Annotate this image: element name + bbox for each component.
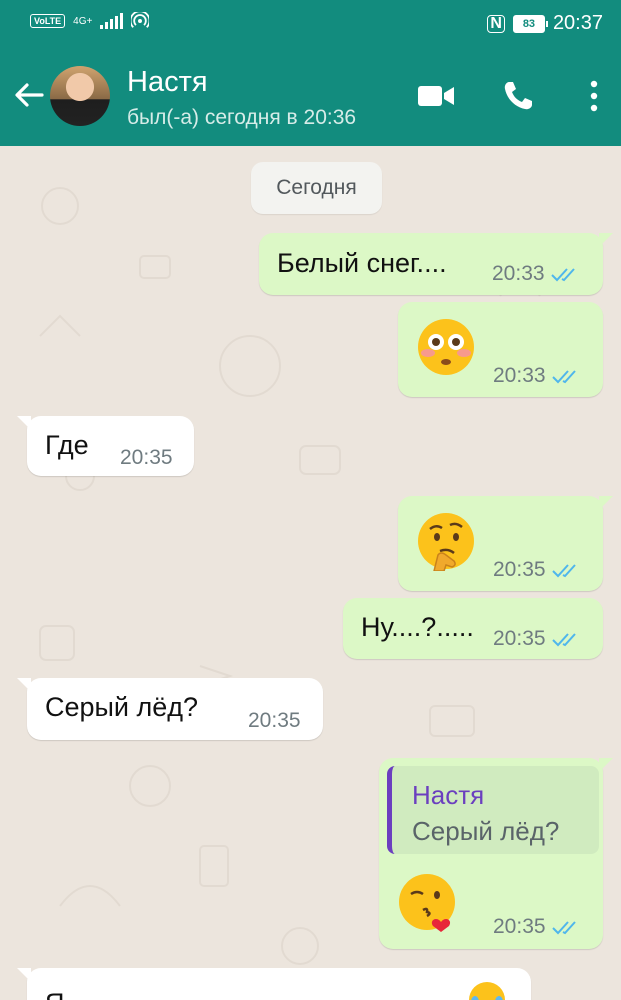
message-meta: 20:35 (248, 709, 301, 733)
message-time: 20:35 (493, 915, 546, 938)
message-time: 20:33 (493, 364, 546, 387)
back-arrow-icon[interactable] (12, 78, 46, 112)
message-text: Серый лёд? (45, 692, 199, 722)
message-meta: 20:35 (493, 915, 581, 939)
message-text: Ну....?..... (361, 612, 474, 642)
quoted-message[interactable]: Настя Серый лёд? (387, 766, 599, 854)
thinking-face-emoji-icon (418, 513, 474, 571)
read-ticks-icon (551, 370, 576, 384)
message-meta: 20:35 (493, 627, 581, 651)
read-ticks-icon (550, 268, 575, 282)
message-text: Белый снег.... (277, 248, 447, 278)
status-bar: VoLTE 4G+ N 83 20:37 (0, 0, 621, 48)
message-meta: 20:35 (493, 558, 581, 582)
outgoing-message[interactable]: 20:33 (398, 302, 603, 397)
read-ticks-icon (551, 564, 576, 578)
outgoing-message[interactable]: Белый снег.... 20:33 (259, 233, 613, 295)
message-meta: 20:33 (493, 364, 581, 388)
message-time: 20:35 (493, 627, 546, 650)
message-text: Я (45, 988, 65, 1000)
incoming-message[interactable]: Серый лёд? 20:35 (17, 678, 323, 740)
outgoing-reply-message[interactable]: Настя Серый лёд? 20:35 (379, 758, 613, 949)
date-separator: Сегодня (251, 162, 382, 214)
network-type: 4G+ (73, 15, 93, 27)
volte-indicator: VoLTE (30, 14, 66, 28)
nfc-icon: N (487, 14, 505, 33)
phone-call-icon[interactable] (500, 78, 536, 114)
message-time: 20:33 (492, 262, 545, 285)
contact-avatar[interactable] (50, 66, 110, 126)
quoted-sender-name: Настя (412, 780, 485, 810)
status-right: N 83 20:37 (487, 12, 603, 35)
incoming-message[interactable]: Я (17, 968, 531, 1000)
read-ticks-icon (551, 633, 576, 647)
last-seen-status[interactable]: был(-а) сегодня в 20:36 (127, 106, 356, 130)
quoted-text: Серый лёд? (412, 816, 560, 846)
video-call-icon[interactable] (416, 82, 456, 110)
message-text: Где (45, 430, 89, 460)
more-options-icon[interactable] (588, 78, 600, 114)
signal-strength-icon (100, 13, 124, 29)
incoming-message[interactable]: Где 20:35 (17, 416, 194, 476)
message-time: 20:35 (120, 446, 173, 469)
battery-icon: 83 (512, 14, 548, 33)
chat-header: Настя был(-а) сегодня в 20:36 (0, 48, 621, 146)
message-meta: 20:33 (492, 262, 580, 286)
clock: 20:37 (552, 12, 603, 34)
message-time: 20:35 (493, 558, 546, 581)
message-meta: 20:35 (120, 446, 173, 470)
read-ticks-icon (551, 921, 576, 935)
hotspot-icon (131, 12, 150, 28)
outgoing-message[interactable]: Ну....?..... 20:35 (343, 598, 603, 659)
message-time: 20:35 (248, 709, 301, 732)
laughing-emoji-icon (469, 982, 505, 1000)
outgoing-message[interactable]: 20:35 (398, 496, 613, 591)
status-left: VoLTE 4G+ (30, 12, 150, 30)
flushed-face-emoji-icon (418, 319, 474, 375)
chat-area[interactable]: Сегодня Белый снег.... 20:33 20:33 Где 2… (0, 146, 621, 1000)
contact-name[interactable]: Настя (127, 66, 208, 99)
face-blowing-kiss-emoji-icon (399, 874, 455, 932)
